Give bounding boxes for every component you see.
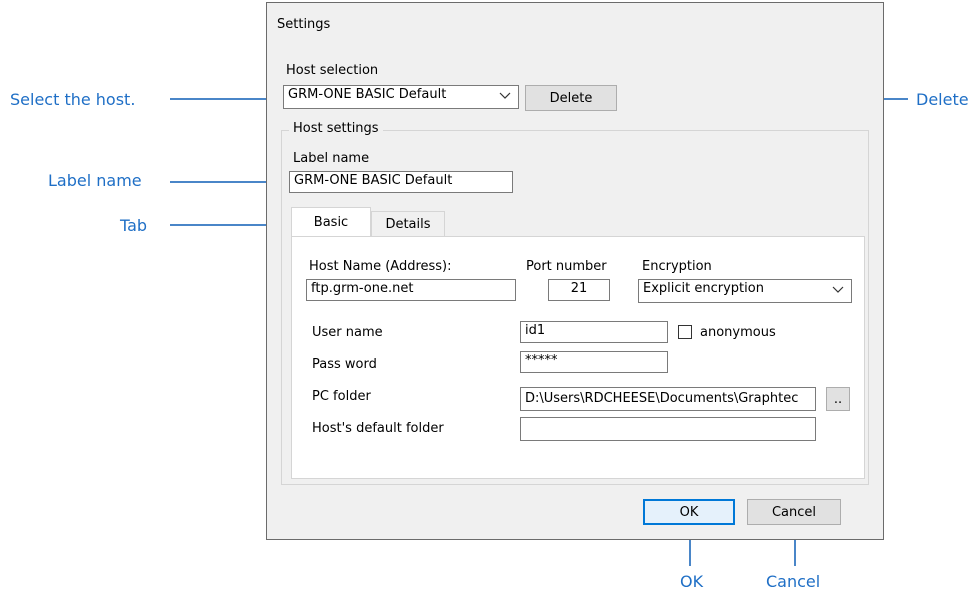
tab-details[interactable]: Details	[371, 211, 445, 237]
callout-line-select-host	[170, 98, 266, 100]
pc-folder-label: PC folder	[312, 389, 371, 404]
callout-delete: Delete	[916, 90, 969, 109]
host-selection-label: Host selection	[286, 63, 379, 78]
anonymous-checkbox[interactable]	[678, 325, 692, 339]
host-default-folder-label: Host's default folder	[312, 421, 444, 436]
password-field[interactable]: *****	[520, 351, 668, 373]
callout-select-host: Select the host.	[10, 90, 136, 109]
user-name-field[interactable]: id1	[520, 321, 668, 343]
encryption-value: Explicit encryption	[643, 281, 764, 296]
cancel-button[interactable]: Cancel	[747, 499, 841, 525]
delete-button[interactable]: Delete	[525, 85, 617, 111]
tab-basic[interactable]: Basic	[291, 207, 371, 237]
settings-dialog: Settings Host selection GRM-ONE BASIC De…	[266, 2, 884, 540]
chevron-down-icon	[832, 286, 844, 293]
dialog-title: Settings	[277, 17, 331, 32]
user-name-label: User name	[312, 325, 383, 340]
host-name-label: Host Name (Address):	[309, 259, 452, 274]
host-selection-dropdown[interactable]: GRM-ONE BASIC Default	[283, 85, 519, 109]
host-settings-title: Host settings	[289, 121, 383, 136]
label-name-field[interactable]: GRM-ONE BASIC Default	[289, 171, 513, 193]
host-default-folder-field[interactable]	[520, 417, 816, 441]
port-number-field[interactable]: 21	[548, 279, 610, 301]
callout-label-name: Label name	[48, 171, 142, 190]
label-name-label: Label name	[293, 151, 370, 166]
chevron-down-icon	[499, 92, 511, 99]
callout-tab: Tab	[120, 216, 148, 235]
anonymous-label: anonymous	[700, 325, 776, 340]
host-name-field[interactable]: ftp.grm-one.net	[306, 279, 516, 301]
password-label: Pass word	[312, 357, 377, 372]
encryption-label: Encryption	[642, 259, 712, 274]
ok-button[interactable]: OK	[643, 499, 735, 525]
callout-cancel: Cancel	[766, 572, 821, 591]
basic-tab-panel: Host Name (Address): ftp.grm-one.net Por…	[291, 236, 865, 479]
callout-ok: OK	[680, 572, 704, 591]
host-selection-value: GRM-ONE BASIC Default	[288, 87, 447, 102]
browse-folder-button[interactable]: ..	[826, 387, 850, 411]
pc-folder-field[interactable]: D:\Users\RDCHEESE\Documents\Graphtec	[520, 387, 816, 411]
encryption-dropdown[interactable]: Explicit encryption	[638, 279, 852, 303]
port-number-label: Port number	[526, 259, 607, 274]
